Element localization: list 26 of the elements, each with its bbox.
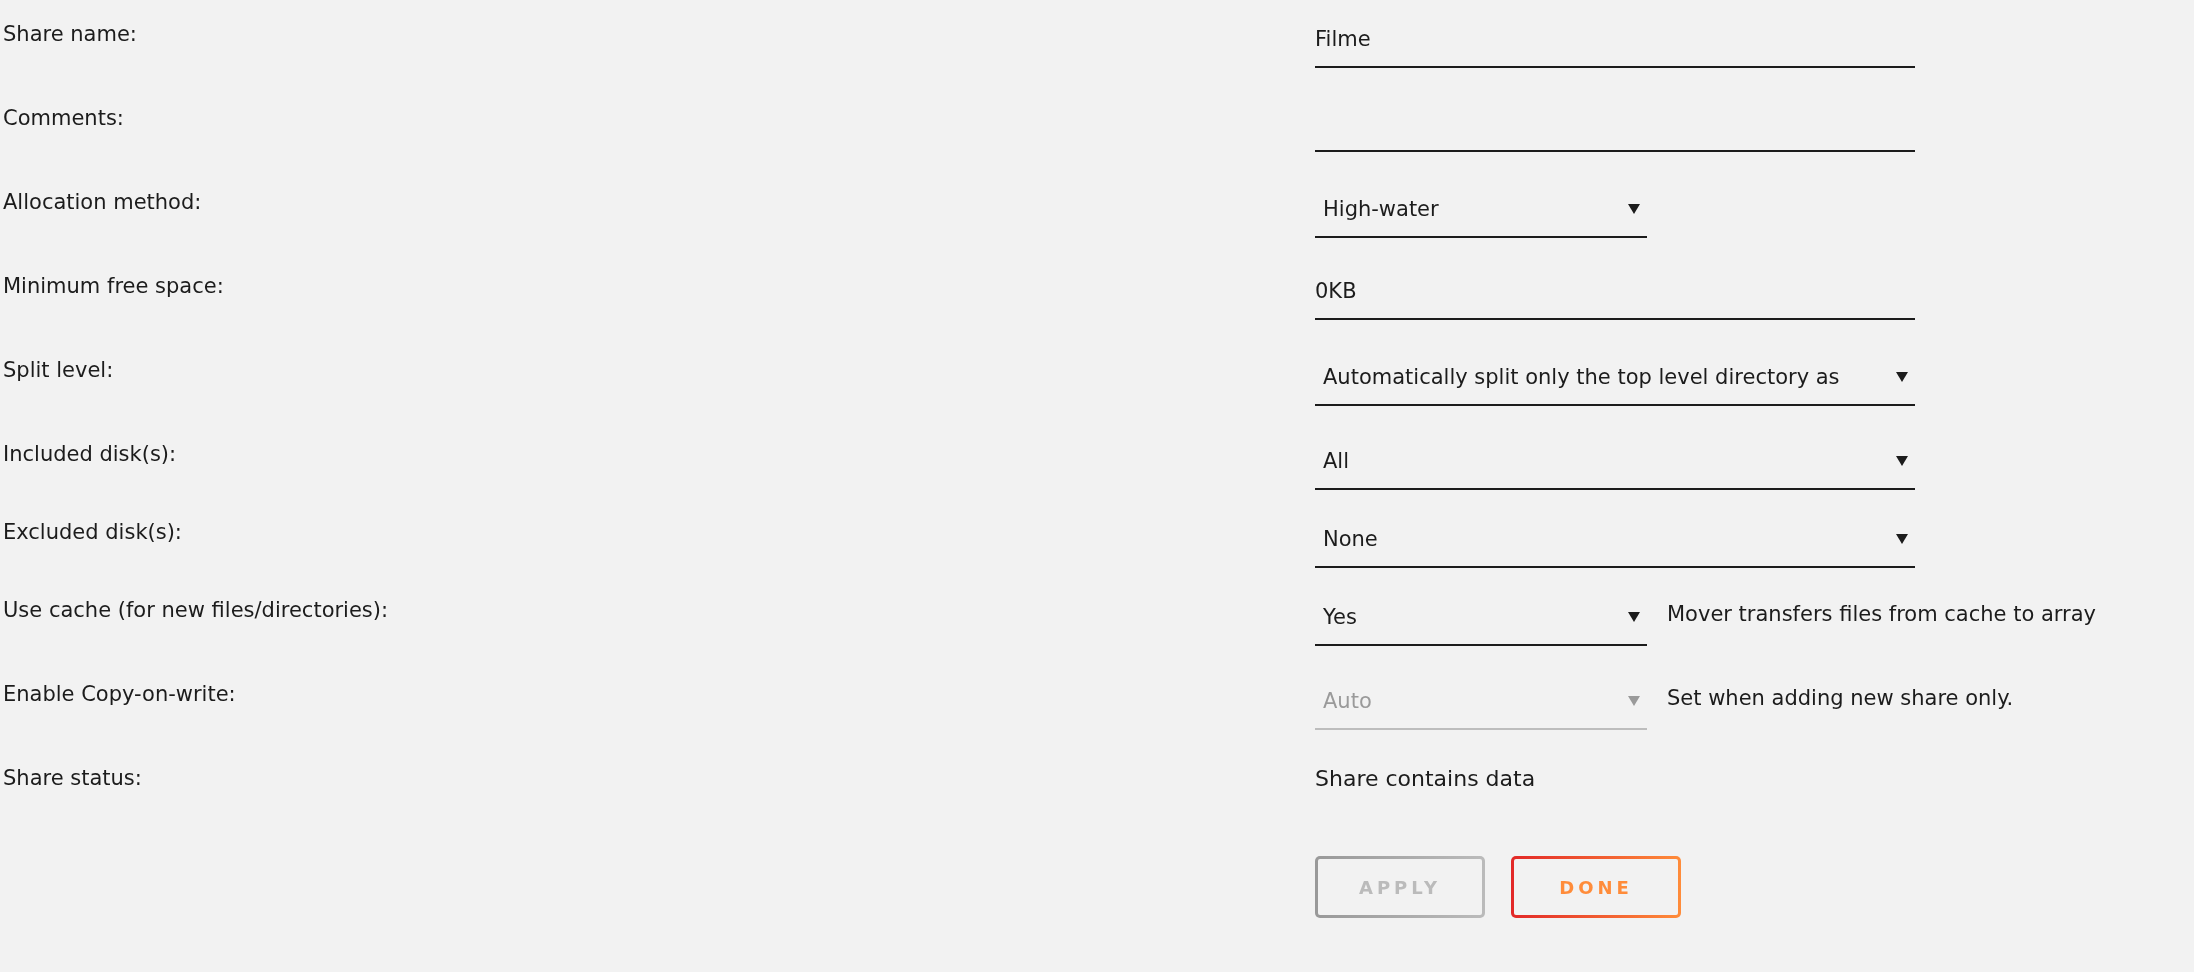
dropdown[interactable]: High-water: [1315, 182, 1647, 238]
caret-icon: [1627, 203, 1641, 215]
field-label: Minimum free space:: [3, 274, 224, 298]
dropdown[interactable]: Yes: [1315, 590, 1647, 646]
dropdown[interactable]: All: [1315, 434, 1915, 490]
caret-icon: [1895, 371, 1909, 383]
field-label: Split level:: [3, 358, 114, 382]
hint-text: Mover transfers files from cache to array: [1667, 601, 2096, 626]
field-label: Allocation method:: [3, 190, 202, 214]
caret-icon: [1627, 611, 1641, 623]
caret-icon: [1895, 533, 1909, 545]
hint-text: Set when adding new share only.: [1667, 685, 2014, 710]
caret-icon: [1895, 455, 1909, 467]
dropdown[interactable]: Automatically split only the top level directory as: [1315, 350, 1915, 406]
field-label: Share name:: [3, 22, 137, 46]
field-label: Use cache (for new files/directories):: [3, 598, 389, 622]
field-label: Included disk(s):: [3, 442, 177, 466]
text-field[interactable]: 0KB: [1315, 266, 1915, 320]
caret-icon: [1627, 695, 1641, 707]
field-label: Enable Copy-on-write:: [3, 682, 236, 706]
text-field[interactable]: Filme: [1315, 14, 1915, 68]
dropdown[interactable]: None: [1315, 512, 1915, 568]
status-text: Share contains data: [1315, 765, 1536, 791]
field-label: Comments:: [3, 106, 124, 130]
field-label: Excluded disk(s):: [3, 520, 182, 544]
field-label: Share status:: [3, 766, 142, 790]
